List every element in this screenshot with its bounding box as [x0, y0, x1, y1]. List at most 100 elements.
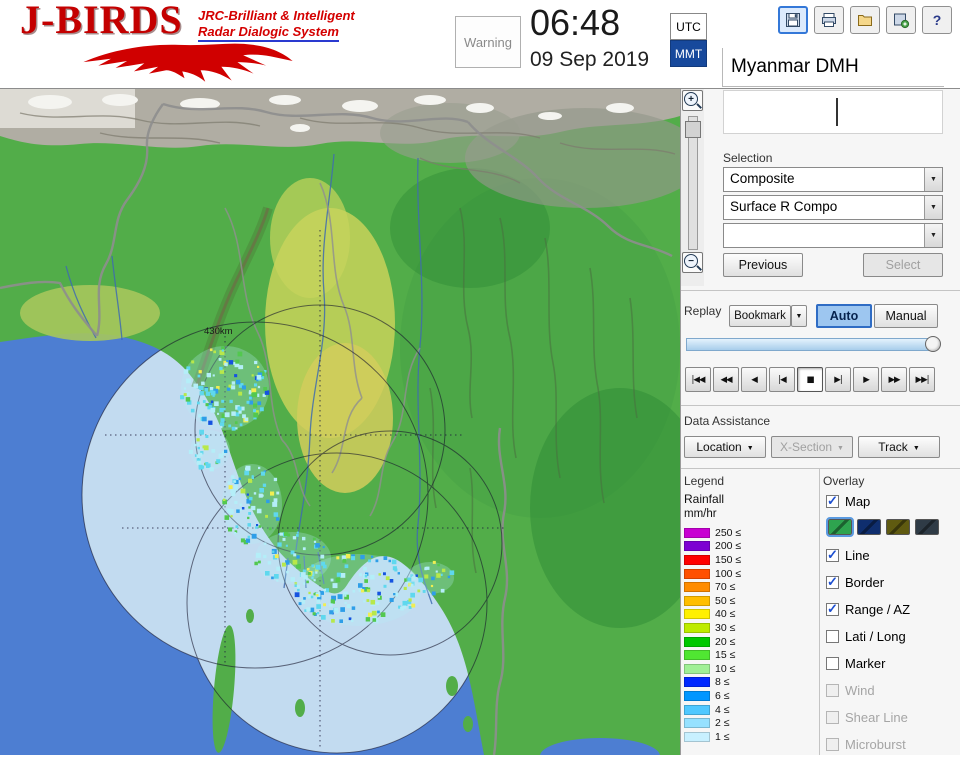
warning-label: Warning [464, 34, 512, 50]
text-cursor [836, 98, 838, 126]
chevron-down-icon[interactable]: ▼ [924, 224, 942, 247]
map-color-row [826, 517, 958, 537]
manual-mode-button[interactable]: Manual [874, 304, 938, 328]
chevron-down-icon[interactable]: ▼ [791, 305, 807, 327]
checked-checkbox[interactable]: ✓ [826, 602, 839, 616]
legend-unit: mm/hr [684, 508, 717, 520]
jump-end-button[interactable]: ▶▶| [909, 367, 935, 392]
overlay-item-border[interactable]: ✓ Border [826, 573, 958, 591]
step-forward-button[interactable]: ▶ [853, 367, 879, 392]
legend-row: 15 ≤ [684, 648, 816, 662]
stop-button[interactable]: ■ [797, 367, 823, 392]
zoom-in-button[interactable]: + [682, 90, 703, 111]
unchecked-checkbox[interactable] [826, 629, 839, 643]
export-icon [894, 13, 910, 29]
prev-frame-button[interactable]: |◀ [769, 367, 795, 392]
button-label: Track [878, 440, 908, 454]
product-dropdown[interactable]: Surface R Compo ▼ [723, 195, 943, 220]
location-button[interactable]: Location ▼ [684, 436, 766, 458]
select-button[interactable]: Select [863, 253, 943, 277]
print-icon [822, 13, 836, 27]
export-button[interactable] [886, 6, 916, 34]
unchecked-checkbox[interactable] [826, 683, 839, 697]
data-assistance-buttons: Location ▼ X-Section ▼ Track ▼ [684, 436, 940, 458]
chevron-down-icon: ▼ [746, 444, 754, 452]
app-logo-title: J-BIRDS [20, 0, 183, 42]
checked-checkbox[interactable]: ✓ [826, 575, 839, 589]
radar-map-svg[interactable]: 430km [0, 88, 680, 755]
chevron-down-icon[interactable]: ▼ [924, 168, 942, 191]
auto-mode-button[interactable]: Auto [816, 304, 872, 328]
legend-row: 150 ≤ [684, 553, 816, 567]
overlay-item-label: Lati / Long [845, 628, 906, 644]
text-input[interactable] [723, 90, 943, 134]
unchecked-checkbox[interactable] [826, 710, 839, 724]
station-label-box: Myanmar DMH [722, 48, 944, 87]
overlay-item-microburst[interactable]: Microburst [826, 735, 958, 753]
overlay-item-marker[interactable]: Marker [826, 654, 958, 672]
fast-forward-button[interactable]: ▶▶ [881, 367, 907, 392]
utc-button[interactable]: UTC [670, 13, 707, 40]
track-button[interactable]: Track ▼ [858, 436, 940, 458]
legend-value: 200 ≤ [715, 540, 742, 553]
legend-row: 100 ≤ [684, 567, 816, 581]
zoom-controls: + − [680, 88, 704, 286]
rewind-button[interactable]: ◀◀ [713, 367, 739, 392]
overlay-item-range-az[interactable]: ✓ Range / AZ [826, 600, 958, 618]
option-dropdown[interactable]: ▼ [723, 223, 943, 248]
header-bar: J-BIRDS JRC-Brilliant & Intelligent Rada… [0, 0, 960, 89]
mmt-button[interactable]: MMT [670, 40, 707, 67]
overlay-item-shear-line[interactable]: Shear Line [826, 708, 958, 726]
selection-section-label: Selection [723, 151, 773, 165]
chevron-down-icon[interactable]: ▼ [924, 196, 942, 219]
legend-row: 30 ≤ [684, 621, 816, 635]
overlay-item-lati-long[interactable]: Lati / Long [826, 627, 958, 645]
legend-swatch [684, 718, 710, 729]
overlay-panel: ✓ Map ✓ Line ✓ Border ✓ Range / AZ Lati / Long Ma… [826, 492, 958, 762]
legend-swatch [684, 568, 710, 579]
jump-start-button[interactable]: |◀◀ [685, 367, 711, 392]
warning-button[interactable]: Warning [455, 16, 521, 68]
map-color-swatch-0[interactable] [826, 517, 854, 537]
next-frame-button[interactable]: ▶| [825, 367, 851, 392]
print-button[interactable] [814, 6, 844, 34]
legend-row: 6 ≤ [684, 689, 816, 703]
legend-row: 4 ≤ [684, 703, 816, 717]
help-button[interactable]: ? [922, 6, 952, 34]
composite-dropdown[interactable]: Composite ▼ [723, 167, 943, 192]
svg-text:?: ? [933, 12, 942, 28]
map-color-swatch-3[interactable] [915, 519, 939, 535]
map-color-swatch-1[interactable] [857, 519, 881, 535]
button-label: Location [696, 440, 742, 454]
save-button[interactable] [778, 6, 808, 34]
checked-checkbox[interactable]: ✓ [826, 548, 839, 562]
replay-slider-handle[interactable] [925, 336, 941, 352]
overlay-item-wind[interactable]: Wind [826, 681, 958, 699]
radar-map[interactable]: 430km [0, 88, 680, 755]
overlay-item-line[interactable]: ✓ Line [826, 546, 958, 564]
legend-value: 30 ≤ [715, 621, 736, 634]
unchecked-checkbox[interactable] [826, 656, 839, 670]
folder-button[interactable] [850, 6, 880, 34]
previous-button[interactable]: Previous [723, 253, 803, 277]
legend-row: 70 ≤ [684, 580, 816, 594]
unchecked-checkbox[interactable] [826, 737, 839, 751]
zoom-out-button[interactable]: − [682, 252, 703, 273]
step-back-button[interactable]: ◀ [741, 367, 767, 392]
map-color-swatch-2[interactable] [886, 519, 910, 535]
x-section-button[interactable]: X-Section ▼ [771, 436, 853, 458]
replay-timeline-slider[interactable] [686, 336, 941, 352]
checked-checkbox[interactable]: ✓ [826, 494, 839, 508]
legend-value: 2 ≤ [715, 717, 730, 730]
zoom-slider-thumb[interactable] [685, 121, 701, 138]
range-ring-label: 430km [204, 326, 233, 337]
legend-value: 150 ≤ [715, 553, 742, 566]
zoom-out-icon: − [684, 254, 698, 268]
legend-swatch [684, 690, 710, 701]
overlay-item-map[interactable]: ✓ Map [826, 492, 958, 510]
legend-swatch [684, 663, 710, 674]
overlay-item-label: Marker [845, 655, 886, 671]
bookmark-button[interactable]: Bookmark [729, 305, 791, 327]
legend-value: 15 ≤ [715, 649, 736, 662]
station-label: Myanmar DMH [731, 56, 859, 77]
